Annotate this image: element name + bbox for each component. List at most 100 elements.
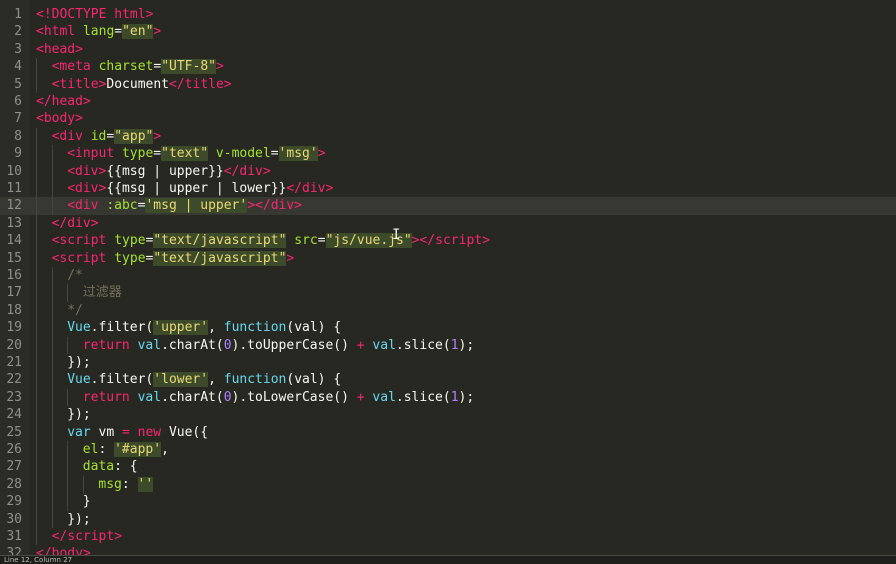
indent-guide <box>51 180 53 198</box>
code-editor[interactable]: 1 <!DOCTYPE html> 2 <html lang="en"> 3 <head>… <box>0 0 896 555</box>
code-token: msg <box>98 476 122 492</box>
code-text[interactable]: <meta charset="UTF-8"> <box>52 58 224 75</box>
code-token: <div> <box>67 163 107 179</box>
indent-guide <box>36 180 37 198</box>
code-line[interactable]: 23 return val.charAt(0).toLowerCase() + v… <box>0 388 896 407</box>
indent-guide <box>36 528 37 546</box>
code-text[interactable]: return val.charAt(0).toLowerCase() + val… <box>83 389 474 406</box>
code-token: </div> <box>286 181 334 196</box>
code-line[interactable]: 29} <box>0 493 896 511</box>
line-number: 24 <box>6 407 22 423</box>
code-token: :abc <box>106 198 138 214</box>
code-text[interactable]: Vue.filter('lower', function(val) { <box>67 371 341 388</box>
code-line[interactable]: 30}); <box>0 510 896 528</box>
code-line[interactable]: 4 <meta charset="UTF-8"> <box>0 58 896 76</box>
code-text[interactable]: data: { <box>83 458 138 475</box>
code-text[interactable]: <html lang="en"> <box>36 23 161 40</box>
code-line[interactable]: 7 <body> <box>0 110 896 127</box>
code-line[interactable]: 11 <div>{{msg | upper | lower}}</div> <box>0 180 896 198</box>
code-text[interactable]: <head> <box>36 41 83 58</box>
indent-guide <box>36 162 37 180</box>
code-text[interactable]: 过滤器 <box>83 284 122 301</box>
code-text[interactable]: </head> <box>36 93 91 110</box>
code-line[interactable]: 18 */ <box>0 301 896 320</box>
indent-guide <box>51 371 53 389</box>
code-line[interactable]: 25 var vm = new Vue({ <box>0 423 896 441</box>
code-line[interactable]: 2 <html lang="en"> <box>0 23 896 40</box>
code-line[interactable]: 27 data: { <box>0 458 896 476</box>
code-token: return <box>82 389 130 405</box>
code-text[interactable]: </body> <box>36 545 91 555</box>
code-line[interactable]: 31 </script> <box>0 528 896 546</box>
code-text[interactable]: return val.charAt(0).toUpperCase() + val… <box>83 337 474 354</box>
code-line[interactable]: 32 </body> <box>0 545 896 555</box>
code-text[interactable]: }); <box>67 511 90 528</box>
line-number: 11 <box>6 181 22 196</box>
code-text[interactable]: } <box>83 493 91 510</box>
code-line[interactable]: 28 msg: '' <box>0 475 896 494</box>
code-text[interactable]: el: '#app', <box>83 441 169 458</box>
code-line[interactable]: 21}); <box>0 354 896 372</box>
code-token: <input <box>67 146 115 162</box>
code-text[interactable]: */ <box>67 302 83 319</box>
code-text[interactable]: <input type="text" v-model='msg'> <box>67 145 326 162</box>
code-line[interactable]: 24}); <box>0 406 896 424</box>
code-line[interactable]: 17 过滤器 <box>0 284 896 302</box>
code-text[interactable]: Vue.filter('upper', function(val) { <box>67 319 341 336</box>
code-token: "text/javascript" <box>153 233 287 249</box>
code-line[interactable]: 22 Vue.filter('lower', function(val) { <box>0 371 896 389</box>
code-line[interactable]: 13 </div> <box>0 214 896 233</box>
code-text[interactable]: <div :abc='msg | upper'></div> <box>67 197 302 214</box>
code-token: <script <box>51 250 107 266</box>
code-text[interactable]: }); <box>67 406 90 423</box>
code-text[interactable]: }); <box>67 354 90 371</box>
code-token: ></div> <box>247 198 303 214</box>
code-line[interactable]: 9 <input type="text" v-model='msg'> <box>0 145 896 163</box>
code-text[interactable]: <script type="text/javascript" src="js/v… <box>52 232 490 249</box>
code-line[interactable]: 8 <div id="app"> <box>0 127 896 146</box>
indent-guide <box>51 301 53 320</box>
code-line[interactable]: 15 <script type="text/javascript"> <box>0 249 896 267</box>
code-text[interactable]: var vm = new Vue({ <box>67 424 208 441</box>
code-text[interactable]: <div id="app"> <box>52 128 161 145</box>
code-token: 'msg | upper' <box>145 198 248 214</box>
indent-guide <box>36 371 37 389</box>
code-line[interactable]: 1 <!DOCTYPE html> <box>0 6 896 23</box>
code-line[interactable]: 19 Vue.filter('upper', function(val) { <box>0 319 896 337</box>
code-text[interactable]: <body> <box>36 110 83 127</box>
indent-guide <box>36 354 37 372</box>
indent-guide <box>36 58 37 76</box>
code-text[interactable]: <div>{{msg | upper}}</div> <box>67 163 271 180</box>
code-line[interactable]: 5 <title>Document</title> <box>0 75 896 93</box>
indent-guide <box>36 475 37 494</box>
code-token: val <box>372 337 396 353</box>
code-line[interactable]: 14 <script type="text/javascript" src="js… <box>0 232 896 250</box>
line-number: 2 <box>14 24 22 40</box>
code-line[interactable]: 3 <head> <box>0 41 896 58</box>
code-text[interactable]: <div>{{msg | upper | lower}}</div> <box>67 180 333 197</box>
code-line[interactable]: 16 /* <box>0 267 896 285</box>
code-line[interactable]: 20 return val.charAt(0).toUpperCase() + v… <box>0 336 896 354</box>
code-token: */ <box>67 302 83 318</box>
code-text[interactable]: <script type="text/javascript"> <box>51 250 295 267</box>
code-text[interactable]: <title>Document</title> <box>52 76 232 93</box>
code-token: > <box>286 250 295 266</box>
indent-guide <box>51 475 53 494</box>
code-token: lang <box>82 24 115 40</box>
line-number: 26 <box>6 442 22 457</box>
code-text[interactable]: </div> <box>52 215 99 232</box>
code-line[interactable]: 6 </head> <box>0 93 896 110</box>
indent-guide <box>67 336 69 354</box>
line-number: 5 <box>14 76 22 92</box>
line-number: 20 <box>6 337 22 353</box>
code-line[interactable]: 26 el: '#app', <box>0 441 896 459</box>
code-text[interactable]: </script> <box>52 528 122 545</box>
indent-guide <box>36 388 37 407</box>
code-text[interactable]: /* <box>67 267 83 284</box>
code-text[interactable]: <!DOCTYPE html> <box>36 6 153 23</box>
indent-guide <box>36 423 37 441</box>
code-line[interactable]: 12 <div :abc='msg | upper'></div> <box>0 197 896 215</box>
code-line[interactable]: 10 <div>{{msg | upper}}</div> <box>0 162 896 180</box>
code-text[interactable]: msg: '' <box>98 476 154 493</box>
indent-guide <box>36 267 37 285</box>
